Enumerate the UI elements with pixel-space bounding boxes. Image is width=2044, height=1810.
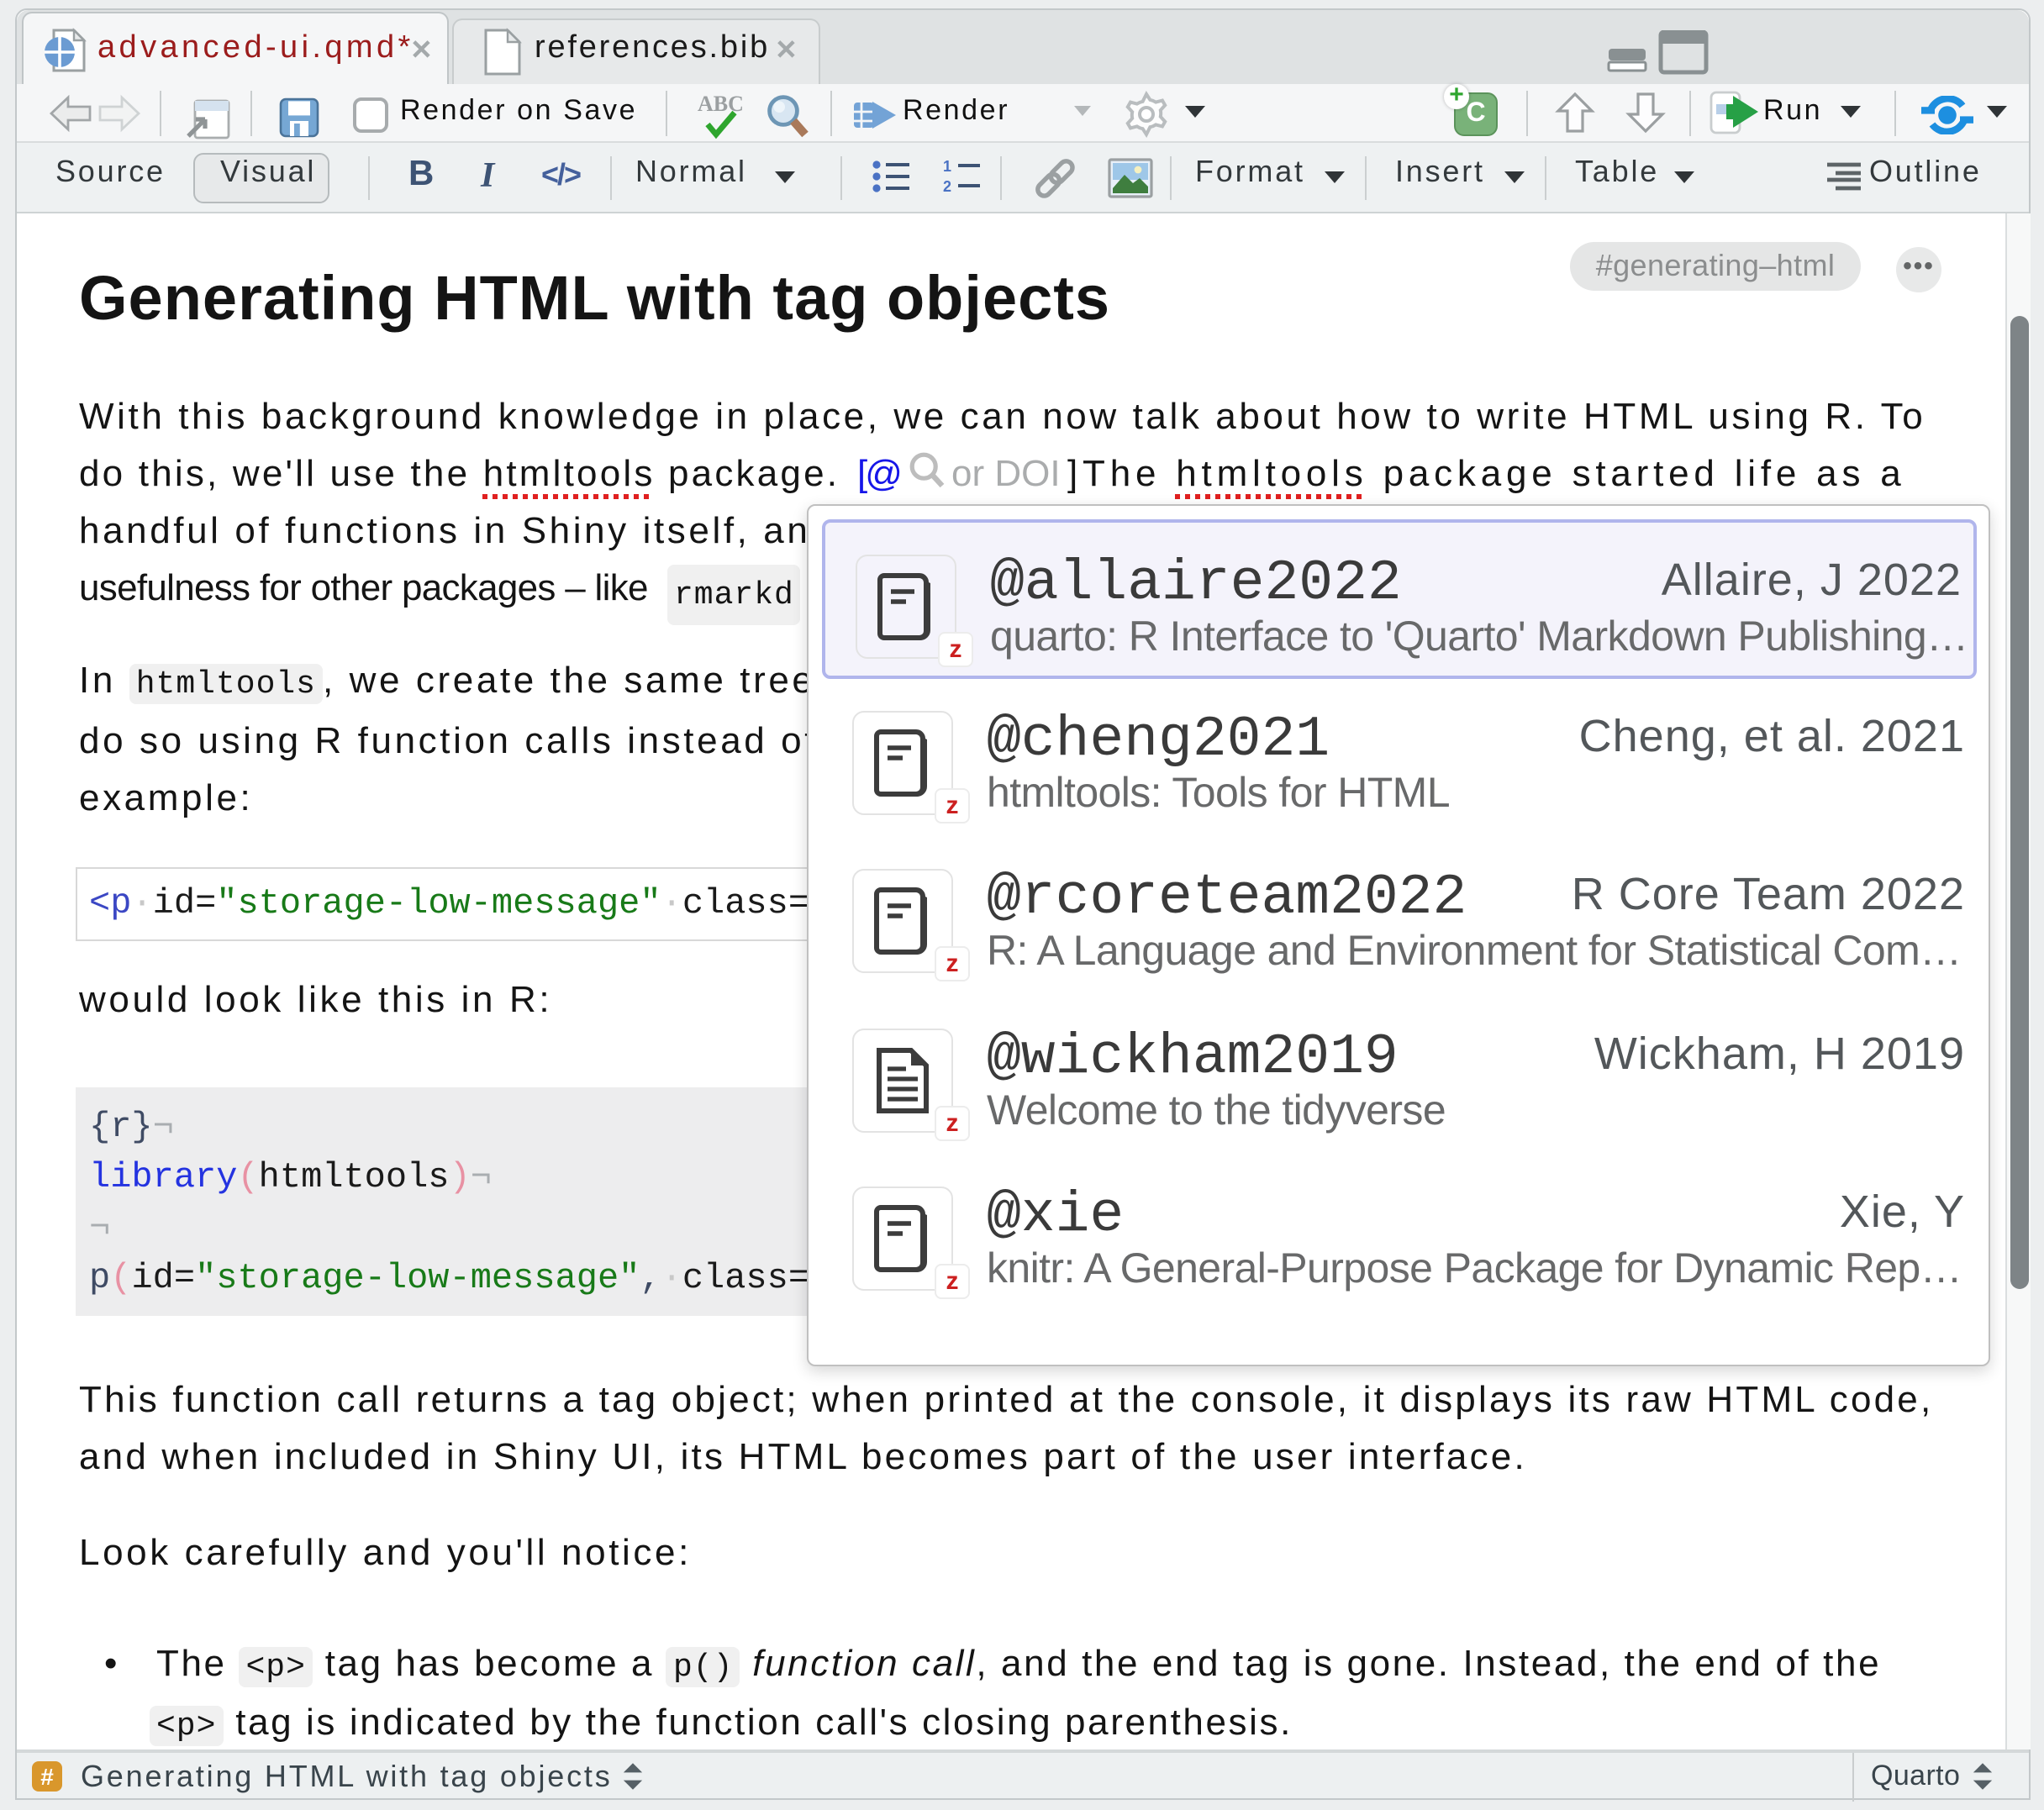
svg-text:1: 1	[943, 160, 951, 175]
svg-text:2: 2	[943, 178, 951, 193]
svg-text:ABC: ABC	[698, 92, 744, 116]
